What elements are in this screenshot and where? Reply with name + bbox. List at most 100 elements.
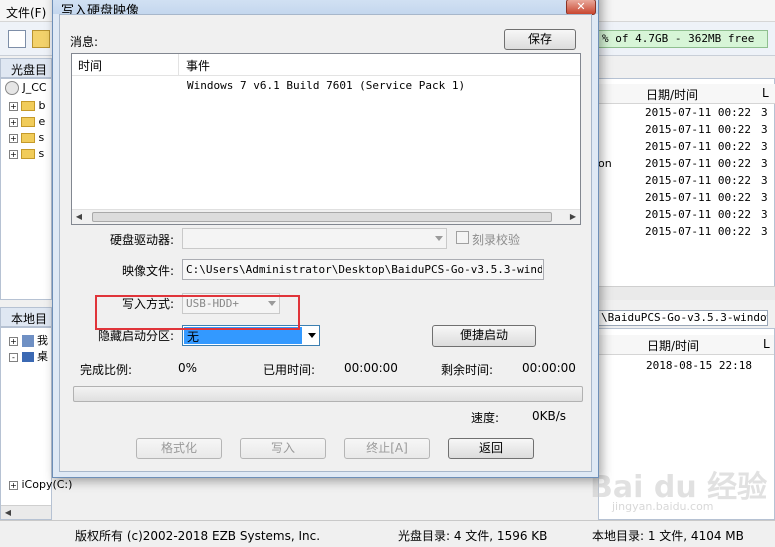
expand-icon[interactable]: + [9, 336, 18, 346]
write-button[interactable]: 写入 [240, 438, 326, 459]
local-list-header: 日期/时间 L [599, 335, 774, 355]
disc-folder[interactable]: + b [9, 99, 45, 115]
disc-folder[interactable]: + e [9, 115, 45, 131]
file-date-cell: 2015-07-11 00:22 [645, 106, 751, 119]
baidu-watermark-url: jingyan.baidu.com [612, 500, 714, 513]
chevron-down-icon [435, 236, 443, 241]
drive-item[interactable]: + iCopy(C:) [9, 478, 72, 494]
scroll-thumb[interactable] [92, 212, 552, 222]
close-button[interactable]: ✕ [566, 0, 596, 15]
local-tree-hscroll[interactable]: ◀ [1, 505, 51, 519]
file-size-fragment: 3 [761, 225, 768, 238]
local-dir-header: 本地目录 [0, 307, 52, 343]
folder-icon [21, 149, 35, 159]
speed-label: 速度: [471, 411, 500, 425]
file-date-cell: 2015-07-11 00:22 [645, 123, 751, 136]
scroll-right-icon[interactable]: ▶ [566, 210, 580, 224]
write-disk-image-dialog: 写入硬盘映像 ✕ 消息: 保存 时间 事件 Windows 7 v6.1 Bui… [52, 0, 599, 478]
file-size-fragment: 3 [761, 123, 768, 136]
open-folder-icon[interactable] [32, 30, 50, 48]
local-tree-item[interactable]: + 我 [9, 332, 48, 348]
save-button[interactable]: 保存 [504, 29, 576, 50]
folder-label: s [38, 131, 45, 144]
remaining-label: 剩余时间: [441, 363, 494, 377]
file-date-cell: 2015-07-11 00:22 [645, 157, 751, 170]
expand-icon[interactable]: + [9, 149, 18, 159]
file-size-fragment: 3 [761, 157, 768, 170]
column-event[interactable]: 事件 [186, 57, 210, 74]
folder-icon [21, 117, 35, 127]
stop-button[interactable]: 终止[A] [344, 438, 430, 459]
message-list-hscroll[interactable]: ◀ ▶ [72, 209, 580, 224]
disc-tree: J_CC + b + e + s + s [0, 78, 52, 300]
scroll-left-icon[interactable]: ◀ [72, 210, 86, 224]
row-fragment: on [598, 157, 612, 170]
expand-icon[interactable]: + [9, 480, 18, 490]
file-size-fragment: 3 [761, 140, 768, 153]
menu-file[interactable]: 文件(F) [6, 4, 46, 21]
local-path-bar[interactable]: \BaiduPCS-Go-v3.5.3-windows- [598, 310, 768, 326]
image-file-input[interactable]: C:\Users\Administrator\Desktop\BaiduPCS-… [182, 259, 544, 280]
disc-dir-header: 光盘目录 [0, 58, 52, 94]
file-date-cell: 2015-07-11 00:22 [645, 174, 751, 187]
local-tree: + 我 - 桌 + iCopy(C:) ◀ [0, 327, 72, 520]
collapse-icon[interactable]: - [9, 352, 18, 362]
message-list[interactable]: 时间 事件 Windows 7 v6.1 Build 7601 (Service… [71, 53, 581, 225]
disc-root[interactable]: J_CC [5, 81, 47, 97]
elapsed-label: 已用时间: [263, 363, 316, 377]
chevron-down-icon [308, 333, 316, 338]
verify-checkbox[interactable] [456, 231, 469, 244]
column-time[interactable]: 时间 [78, 57, 102, 74]
file-size-fragment: 3 [761, 174, 768, 187]
file-date-cell: 2015-07-11 00:22 [645, 191, 751, 204]
expand-icon[interactable]: + [9, 133, 18, 143]
elapsed-value: 00:00:00 [344, 361, 398, 375]
annotation-highlight-box [95, 295, 300, 330]
percent-label: 完成比例: [80, 363, 133, 377]
dialog-titlebar: 写入硬盘映像 ✕ [53, 0, 598, 19]
documents-icon [21, 335, 34, 347]
status-copyright: 版权所有 (c)2002-2018 EZB Systems, Inc. [75, 529, 321, 543]
folder-icon [21, 133, 35, 143]
image-file-label: 映像文件: [121, 264, 174, 278]
folder-label: e [38, 115, 46, 128]
local-tree-item[interactable]: - 桌 [9, 348, 48, 364]
dialog-client-area: 消息: 保存 时间 事件 Windows 7 v6.1 Build 7601 (… [59, 14, 592, 472]
column-date[interactable]: 日期/时间 [646, 86, 698, 103]
drive-label: 硬盘驱动器: [109, 233, 174, 247]
drive-select[interactable] [182, 228, 447, 249]
folder-label: s [38, 147, 45, 160]
desktop-icon [21, 352, 34, 362]
column-l[interactable]: L [763, 337, 770, 351]
column-date[interactable]: 日期/时间 [647, 337, 699, 354]
disc-folder[interactable]: + s [9, 131, 44, 147]
back-button[interactable]: 返回 [448, 438, 534, 459]
folder-label: b [38, 99, 46, 112]
message-list-header: 时间 事件 [72, 54, 580, 76]
image-file-value: C:\Users\Administrator\Desktop\BaiduPCS-… [186, 263, 542, 276]
file-date-cell: 2015-07-11 00:22 [645, 140, 751, 153]
speed-value: 0KB/s [532, 409, 567, 423]
new-file-icon[interactable] [8, 30, 26, 48]
column-separator[interactable] [178, 54, 179, 76]
verify-label: 刻录校验 [472, 233, 521, 247]
file-size-fragment: 3 [761, 191, 768, 204]
percent-value: 0% [178, 361, 198, 375]
disc-folder[interactable]: + s [9, 147, 44, 163]
quick-boot-button[interactable]: 便捷启动 [432, 325, 536, 347]
folder-icon [21, 101, 35, 111]
disc-list-header: 日期/时间 L [598, 84, 775, 104]
status-local-info: 本地目录: 1 文件, 4104 MB [592, 529, 744, 543]
expand-icon[interactable]: + [9, 117, 18, 127]
disc-list-hscroll[interactable] [598, 286, 775, 300]
scroll-left-icon[interactable]: ◀ [1, 506, 15, 520]
message-event: Windows 7 v6.1 Build 7601 (Service Pack … [187, 79, 466, 92]
column-l[interactable]: L [762, 86, 769, 100]
expand-icon[interactable]: + [9, 101, 18, 111]
file-size-fragment: 3 [761, 208, 768, 221]
local-file-date: 2018-08-15 22:18 [646, 359, 752, 372]
hidden-partition-value: 无 [187, 330, 200, 344]
format-button[interactable]: 格式化 [136, 438, 222, 459]
status-disc-info: 光盘目录: 4 文件, 1596 KB [398, 529, 548, 543]
tree-item-label: 桌 [37, 350, 48, 363]
